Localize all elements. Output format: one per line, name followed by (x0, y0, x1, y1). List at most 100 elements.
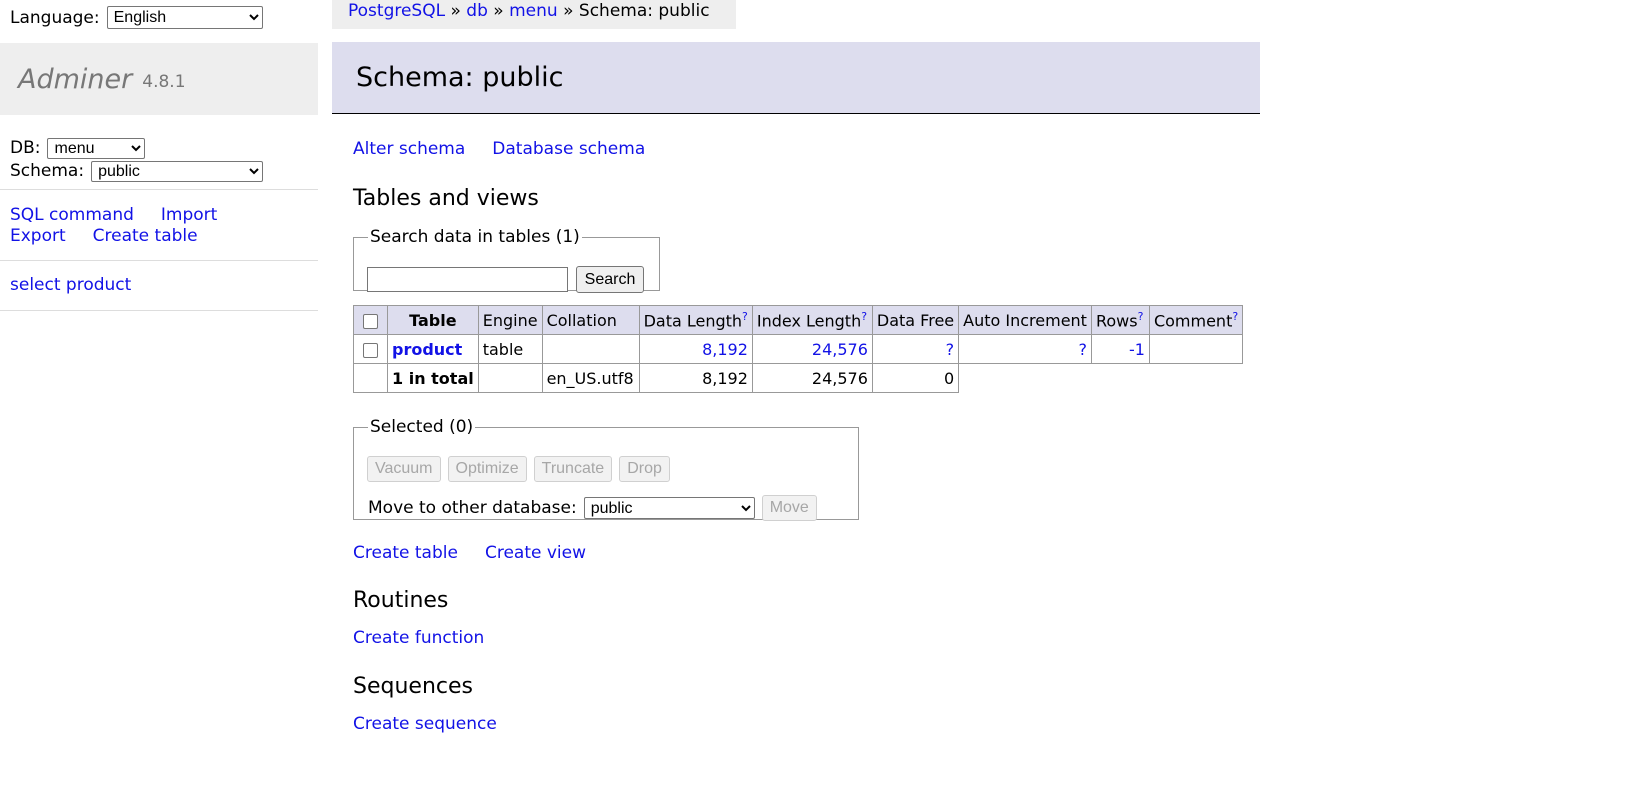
vacuum-button[interactable]: Vacuum (367, 456, 441, 482)
page-title: Schema: public (332, 42, 1260, 114)
col-data-length-label: Data Length (643, 311, 743, 331)
col-rows[interactable]: Rows? (1090, 305, 1150, 335)
table-total-row: 1 in total en_US.utf8 8,192 24,576 0 (353, 363, 1243, 393)
create-links: Create table Create view (353, 543, 613, 563)
breadcrumb-current: Schema: public (578, 1, 710, 21)
col-index-length-label: Index Length (756, 311, 862, 331)
comment-cell (1148, 334, 1244, 364)
sidebar-divider (0, 260, 318, 261)
create-table-link[interactable]: Create table (353, 543, 458, 563)
database-schema-link[interactable]: Database schema (492, 139, 645, 159)
select-all-checkbox[interactable] (363, 313, 378, 329)
move-button[interactable]: Move (761, 495, 817, 521)
drop-button[interactable]: Drop (619, 456, 670, 482)
data-length-link[interactable]: 8,192 (702, 340, 748, 359)
index-length-link[interactable]: 24,576 (812, 340, 868, 359)
help-icon[interactable]: ? (1138, 310, 1144, 323)
col-data-free[interactable]: Data Free (871, 305, 960, 335)
select-product-link[interactable]: select product (10, 275, 131, 295)
schema-links: Alter schema Database schema (353, 139, 672, 159)
total-empty-cell (353, 363, 388, 393)
search-button[interactable]: Search (576, 266, 644, 293)
sidebar-divider (0, 189, 318, 190)
export-link[interactable]: Export (10, 226, 66, 246)
breadcrumb-postgresql[interactable]: PostgreSQL (348, 1, 445, 21)
adminer-version: 4.8.1 (142, 72, 186, 92)
auto-increment-cell: ? (958, 334, 1092, 364)
alter-schema-link[interactable]: Alter schema (353, 139, 465, 159)
data-length-cell: 8,192 (638, 334, 753, 364)
breadcrumb: PostgreSQL » db » menu » Schema: public (332, 0, 736, 29)
breadcrumb-separator: » (493, 1, 504, 21)
total-data-length-cell: 8,192 (638, 363, 753, 393)
move-row: Move to other database: public Move (368, 495, 817, 521)
search-input[interactable] (367, 267, 568, 292)
col-table[interactable]: Table (387, 305, 479, 335)
table-name-cell: product (387, 334, 479, 364)
breadcrumb-separator: » (450, 1, 461, 21)
engine-cell: table (477, 334, 543, 364)
search-legend: Search data in tables (1) (370, 227, 580, 247)
sidebar-divider (0, 310, 318, 311)
sql-command-link[interactable]: SQL command (10, 205, 134, 225)
total-label: 1 in total (387, 363, 479, 393)
sequences-links: Create sequence (353, 714, 524, 734)
sidebar-table-list: select product (10, 275, 158, 296)
selected-legend: Selected (0) (370, 417, 474, 437)
sidebar-links: SQL command Import Export Create table (10, 205, 244, 247)
table-row: product table 8,192 24,576 ? ? -1 (353, 334, 1244, 364)
truncate-button[interactable]: Truncate (533, 456, 613, 482)
selected-actions: Vacuum Optimize Truncate Drop (367, 456, 670, 482)
breadcrumb-db[interactable]: db (466, 1, 488, 21)
language-label: Language: (10, 7, 100, 28)
routines-heading: Routines (353, 588, 449, 613)
rows-cell: -1 (1090, 334, 1150, 364)
help-icon[interactable]: ? (861, 310, 867, 323)
table-name-link[interactable]: product (392, 340, 462, 359)
total-collation-cell: en_US.utf8 (541, 363, 640, 393)
rows-link[interactable]: -1 (1129, 340, 1145, 359)
col-auto-increment[interactable]: Auto Increment (958, 305, 1092, 335)
col-comment-label: Comment (1153, 311, 1233, 331)
auto-increment-link[interactable]: ? (1078, 340, 1087, 359)
adminer-logo-link[interactable]: Adminer (18, 64, 132, 95)
table-header-row: Table Engine Collation Data Length? Inde… (353, 305, 1244, 335)
total-index-length-cell: 24,576 (751, 363, 873, 393)
breadcrumb-menu[interactable]: menu (509, 1, 558, 21)
routines-links: Create function (353, 628, 511, 648)
col-collation[interactable]: Collation (541, 305, 640, 335)
language-select[interactable]: English (106, 6, 263, 29)
help-icon[interactable]: ? (742, 310, 748, 323)
help-icon[interactable]: ? (1232, 310, 1238, 323)
tables-heading: Tables and views (353, 186, 539, 211)
index-length-cell: 24,576 (751, 334, 873, 364)
import-link[interactable]: Import (161, 205, 217, 225)
select-all-cell (353, 305, 388, 335)
create-sequence-link[interactable]: Create sequence (353, 714, 497, 734)
row-checkbox[interactable] (363, 342, 378, 358)
collation-cell (541, 334, 640, 364)
row-select-cell (353, 334, 388, 364)
db-select[interactable]: menu (47, 138, 146, 159)
selected-fieldset: Selected (0) Vacuum Optimize Truncate Dr… (353, 417, 859, 521)
optimize-button[interactable]: Optimize (447, 456, 527, 482)
db-label: DB: (10, 138, 41, 158)
move-label: Move to other database: (368, 498, 577, 518)
sidebar-create-table-link[interactable]: Create table (93, 226, 198, 246)
col-index-length[interactable]: Index Length? (751, 305, 873, 335)
data-free-cell: ? (871, 334, 960, 364)
total-blank-cell (958, 363, 1243, 393)
db-selector: DB: menu Schema: public (10, 137, 264, 183)
create-view-link[interactable]: Create view (485, 543, 586, 563)
col-comment[interactable]: Comment? (1148, 305, 1244, 335)
schema-select[interactable]: public (91, 161, 264, 182)
move-database-select[interactable]: public (583, 497, 755, 519)
language-bar: Language: English (10, 6, 263, 29)
schema-label: Schema: (10, 161, 85, 181)
col-engine[interactable]: Engine (477, 305, 543, 335)
create-function-link[interactable]: Create function (353, 628, 484, 648)
data-free-link[interactable]: ? (946, 340, 955, 359)
brand-header: Adminer 4.8.1 (0, 43, 318, 115)
col-data-length[interactable]: Data Length? (638, 305, 753, 335)
col-rows-label: Rows (1095, 311, 1138, 331)
